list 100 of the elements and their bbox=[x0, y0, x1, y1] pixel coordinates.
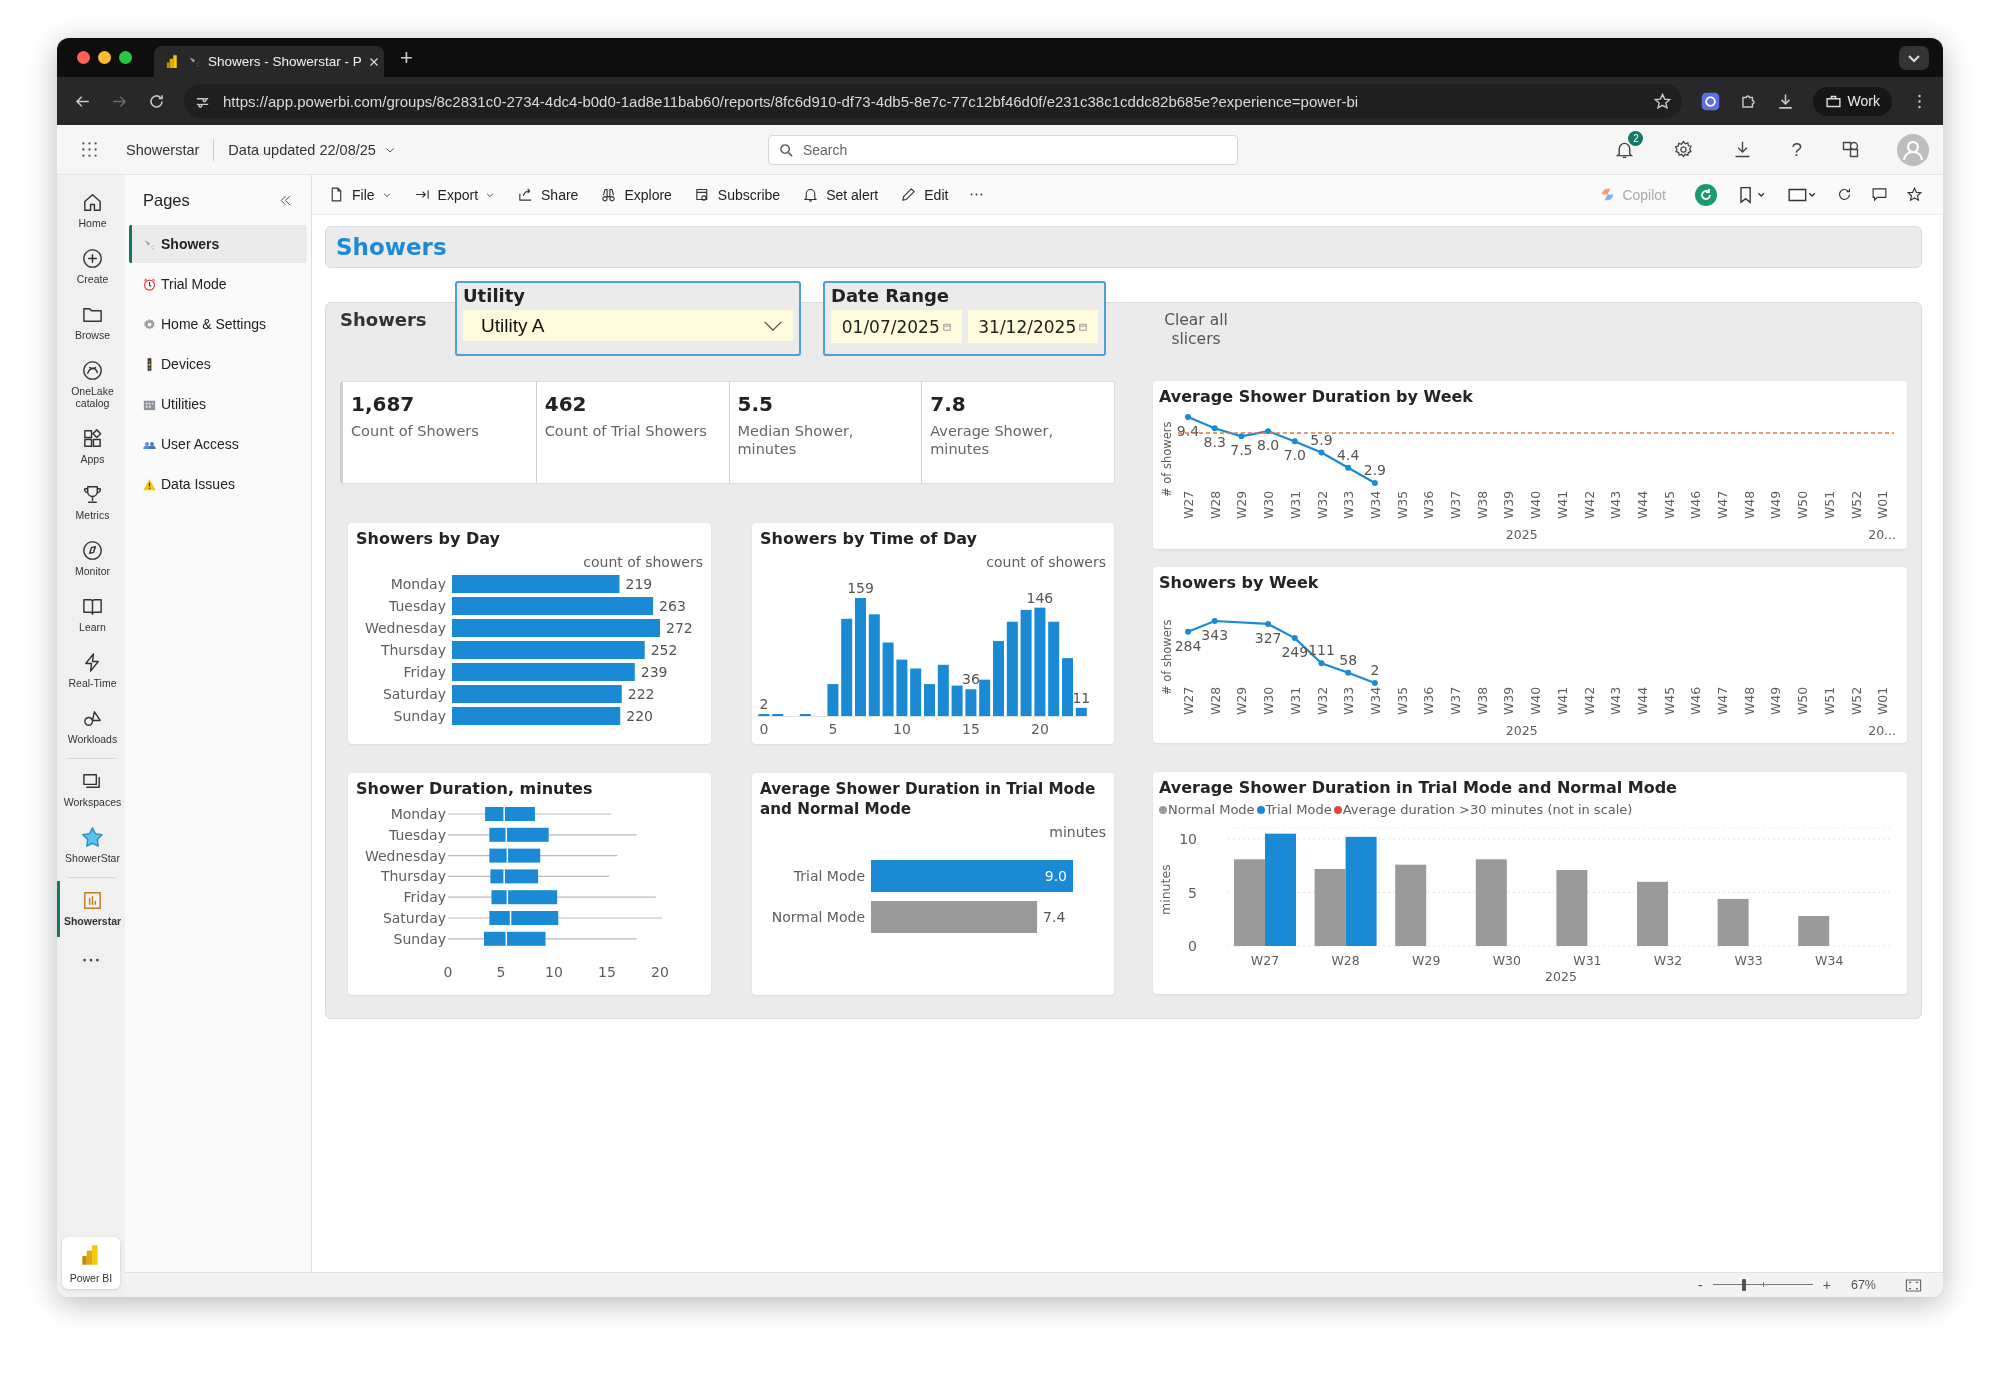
nav-item[interactable]: Workloads bbox=[57, 699, 125, 755]
data-label: 284 bbox=[1174, 637, 1202, 654]
warning-icon bbox=[142, 476, 157, 492]
nav-item[interactable]: Browse bbox=[57, 295, 125, 351]
search-field[interactable]: Search bbox=[767, 134, 1238, 165]
nav-item[interactable]: Workspaces bbox=[57, 762, 125, 818]
toolbar-button[interactable]: Subscribe bbox=[685, 182, 789, 207]
new-tab-button[interactable]: + bbox=[392, 44, 421, 71]
close-icon[interactable] bbox=[367, 55, 380, 68]
data-point bbox=[1265, 428, 1272, 435]
data-point bbox=[1265, 620, 1272, 627]
toolbar-button[interactable]: Export bbox=[405, 182, 504, 207]
nav-item[interactable]: Home bbox=[57, 183, 125, 239]
axis-label: Saturday bbox=[382, 686, 446, 702]
axis-tick-label: W37 bbox=[1448, 686, 1463, 715]
bar bbox=[827, 684, 839, 716]
axis-tick-label: W29 bbox=[1234, 686, 1250, 715]
workspace-name[interactable]: Showerstar bbox=[126, 141, 200, 158]
axis-tick-label: W44 bbox=[1634, 686, 1650, 715]
toolbar-button[interactable]: Explore bbox=[592, 182, 680, 207]
axis-tick-label: W35 bbox=[1394, 490, 1410, 519]
power-bi-switcher[interactable]: Power BI bbox=[62, 1237, 120, 1289]
axis-label: Tuesday bbox=[389, 598, 446, 614]
favorite-icon[interactable] bbox=[1906, 186, 1923, 203]
bar bbox=[1637, 881, 1668, 946]
data-updated-dropdown[interactable]: Data updated 22/08/25 bbox=[228, 141, 396, 158]
zoom-in-button[interactable]: + bbox=[1820, 1277, 1833, 1293]
data-label: 220 bbox=[626, 708, 653, 724]
close-window-button[interactable] bbox=[77, 51, 90, 64]
reload-icon[interactable] bbox=[1836, 186, 1853, 203]
page-tab[interactable]: Showers bbox=[129, 225, 307, 263]
edit-icon bbox=[900, 186, 918, 203]
kpi-value: 1,687 bbox=[351, 392, 416, 416]
nav-item[interactable]: Real-Time bbox=[57, 643, 125, 699]
nav-item[interactable]: Learn bbox=[57, 587, 125, 643]
date-field[interactable]: 01/07/2025 bbox=[831, 310, 962, 343]
nav-item[interactable]: OneLake catalog bbox=[57, 351, 125, 419]
report-title: Showers bbox=[336, 234, 447, 260]
bookmark-star-icon[interactable] bbox=[1652, 91, 1672, 111]
nav-item[interactable]: Monitor bbox=[57, 531, 125, 587]
page-tab[interactable]: Devices bbox=[129, 345, 307, 383]
data-label: 58 bbox=[1339, 651, 1358, 668]
date-field[interactable]: 31/12/2025 bbox=[967, 310, 1098, 343]
dropdown-field[interactable]: Utility A bbox=[463, 310, 793, 341]
axis-tick-label: W34 bbox=[1815, 953, 1844, 968]
nav-item[interactable]: Create bbox=[57, 239, 125, 295]
axis-tick-label: W42 bbox=[1581, 490, 1597, 519]
axis-tick-label: W34 bbox=[1367, 686, 1383, 715]
nav-item[interactable]: Metrics bbox=[57, 475, 125, 531]
axis-tick-label: W31 bbox=[1573, 953, 1602, 968]
chevron-down-icon bbox=[763, 319, 783, 332]
page-tab[interactable]: Trial Mode bbox=[129, 265, 307, 303]
app-launcher-icon[interactable] bbox=[79, 139, 100, 160]
axis-tick-label: W39 bbox=[1501, 686, 1517, 715]
toolbar-button[interactable]: Set alert bbox=[794, 182, 887, 207]
slicer-title: Utility bbox=[463, 285, 527, 306]
toolbar-button[interactable]: Edit bbox=[892, 182, 957, 207]
page-tab[interactable]: Home & Settings bbox=[129, 305, 307, 343]
data-point bbox=[1345, 464, 1352, 471]
help-button[interactable]: ? bbox=[1779, 138, 1814, 161]
page-tab[interactable]: Data Issues bbox=[129, 465, 307, 503]
kpi-label: Count of Trial Showers bbox=[544, 422, 708, 440]
settings-icon[interactable] bbox=[1673, 139, 1695, 160]
comment-icon[interactable] bbox=[1871, 186, 1888, 203]
nav-item[interactable]: ShowerStar bbox=[57, 818, 125, 874]
clear-slicers-button[interactable]: Clear all slicers bbox=[1151, 309, 1241, 351]
axis-tick-label: W28 bbox=[1331, 953, 1360, 968]
data-label: 7.5 bbox=[1230, 442, 1253, 459]
refresh-circle-icon[interactable] bbox=[1694, 182, 1718, 207]
toolbar-button[interactable]: File bbox=[320, 182, 400, 207]
page-tab[interactable]: Utilities bbox=[129, 385, 307, 423]
maximize-window-button[interactable] bbox=[119, 51, 132, 64]
search-icon bbox=[777, 141, 795, 159]
extension-icon[interactable] bbox=[1699, 90, 1721, 112]
axis-title: 2025 bbox=[1545, 969, 1577, 984]
bar bbox=[937, 664, 949, 716]
minimize-window-button[interactable] bbox=[98, 51, 111, 64]
axis-tick-label: W40 bbox=[1528, 686, 1544, 715]
axis-title: # of showers bbox=[1160, 619, 1174, 695]
axis-tick-label: 0 bbox=[1188, 938, 1197, 954]
page-tab[interactable]: User Access bbox=[129, 425, 307, 463]
kpi-label: Count of Showers bbox=[351, 422, 480, 440]
browser-tab[interactable]: Showers - Showerstar - P bbox=[154, 46, 384, 77]
data-label: 343 bbox=[1201, 627, 1229, 643]
tab-list-button[interactable] bbox=[1899, 45, 1929, 70]
axis-tick-label: W49 bbox=[1768, 686, 1784, 715]
axis-label: Sunday bbox=[393, 930, 446, 947]
data-point bbox=[1318, 449, 1325, 456]
slider-thumb[interactable] bbox=[1741, 1279, 1746, 1291]
nav-item[interactable]: Apps bbox=[57, 419, 125, 475]
data-point bbox=[1318, 660, 1325, 667]
axis-label: Thursday bbox=[380, 642, 446, 658]
feedback-icon[interactable] bbox=[1840, 139, 1861, 160]
legend-label: Trial Mode bbox=[1265, 802, 1332, 817]
zoom-out-button[interactable]: - bbox=[1696, 1277, 1705, 1293]
axis-tick-label: W27 bbox=[1181, 490, 1196, 519]
toolbar-button[interactable]: Share bbox=[509, 182, 587, 207]
zoom-slider[interactable] bbox=[1712, 1278, 1813, 1292]
profile-button[interactable]: Work bbox=[1812, 86, 1892, 116]
bar bbox=[1075, 707, 1087, 716]
